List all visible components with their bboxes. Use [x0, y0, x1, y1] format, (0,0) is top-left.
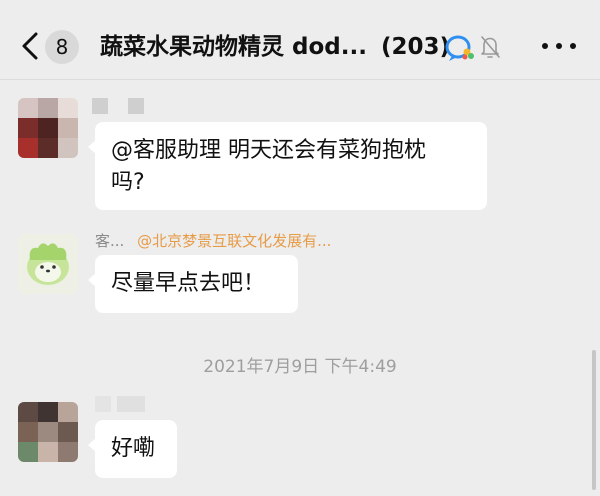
message-bubble[interactable]: 好嘞: [88, 420, 177, 478]
cabbage-dog-icon: [18, 234, 78, 294]
message-bubble[interactable]: @客服助理 明天还会有菜狗抱枕 吗?: [88, 122, 487, 210]
chat-title[interactable]: 蔬菜水果动物精灵 dod... (203): [100, 30, 450, 64]
sender-name: [95, 396, 145, 412]
enterprise-chat-icon: [445, 35, 474, 61]
avatar[interactable]: [18, 98, 78, 158]
sender-name: 客...: [95, 232, 125, 250]
message-text: @客服助理 明天还会有菜狗抱枕: [111, 138, 426, 163]
message-timestamp: 2021年7月9日 下午4:49: [203, 357, 397, 377]
group-name: 蔬菜水果动物精灵 dod...: [100, 34, 367, 60]
header-divider: [0, 79, 600, 80]
unread-count-badge[interactable]: 8: [45, 30, 79, 64]
sender-name: [92, 98, 144, 114]
pixelated-avatar-icon: [18, 402, 78, 462]
bell-muted-icon: [481, 36, 500, 58]
more-dots-icon: [542, 43, 548, 49]
chevron-left-icon: [22, 32, 38, 60]
more-options-button[interactable]: [542, 36, 576, 56]
message-text: 吗?: [111, 170, 145, 195]
member-count: (203): [380, 34, 450, 60]
message-text: 尽量早点去吧！: [111, 271, 266, 296]
avatar[interactable]: [18, 402, 78, 462]
sender-organization: @北京梦景互联文化发展有...: [137, 232, 332, 250]
avatar[interactable]: [18, 234, 78, 294]
pixelated-avatar-icon: [18, 98, 78, 158]
back-button[interactable]: [18, 28, 42, 64]
message-bubble[interactable]: 尽量早点去吧！: [88, 255, 298, 313]
scrollbar[interactable]: [592, 350, 596, 490]
chat-header: 8 蔬菜水果动物精灵 dod... (203): [0, 0, 600, 80]
sender-name-row: 客... @北京梦景互联文化发展有...: [95, 230, 331, 251]
message-text: 好嘞: [111, 436, 156, 461]
